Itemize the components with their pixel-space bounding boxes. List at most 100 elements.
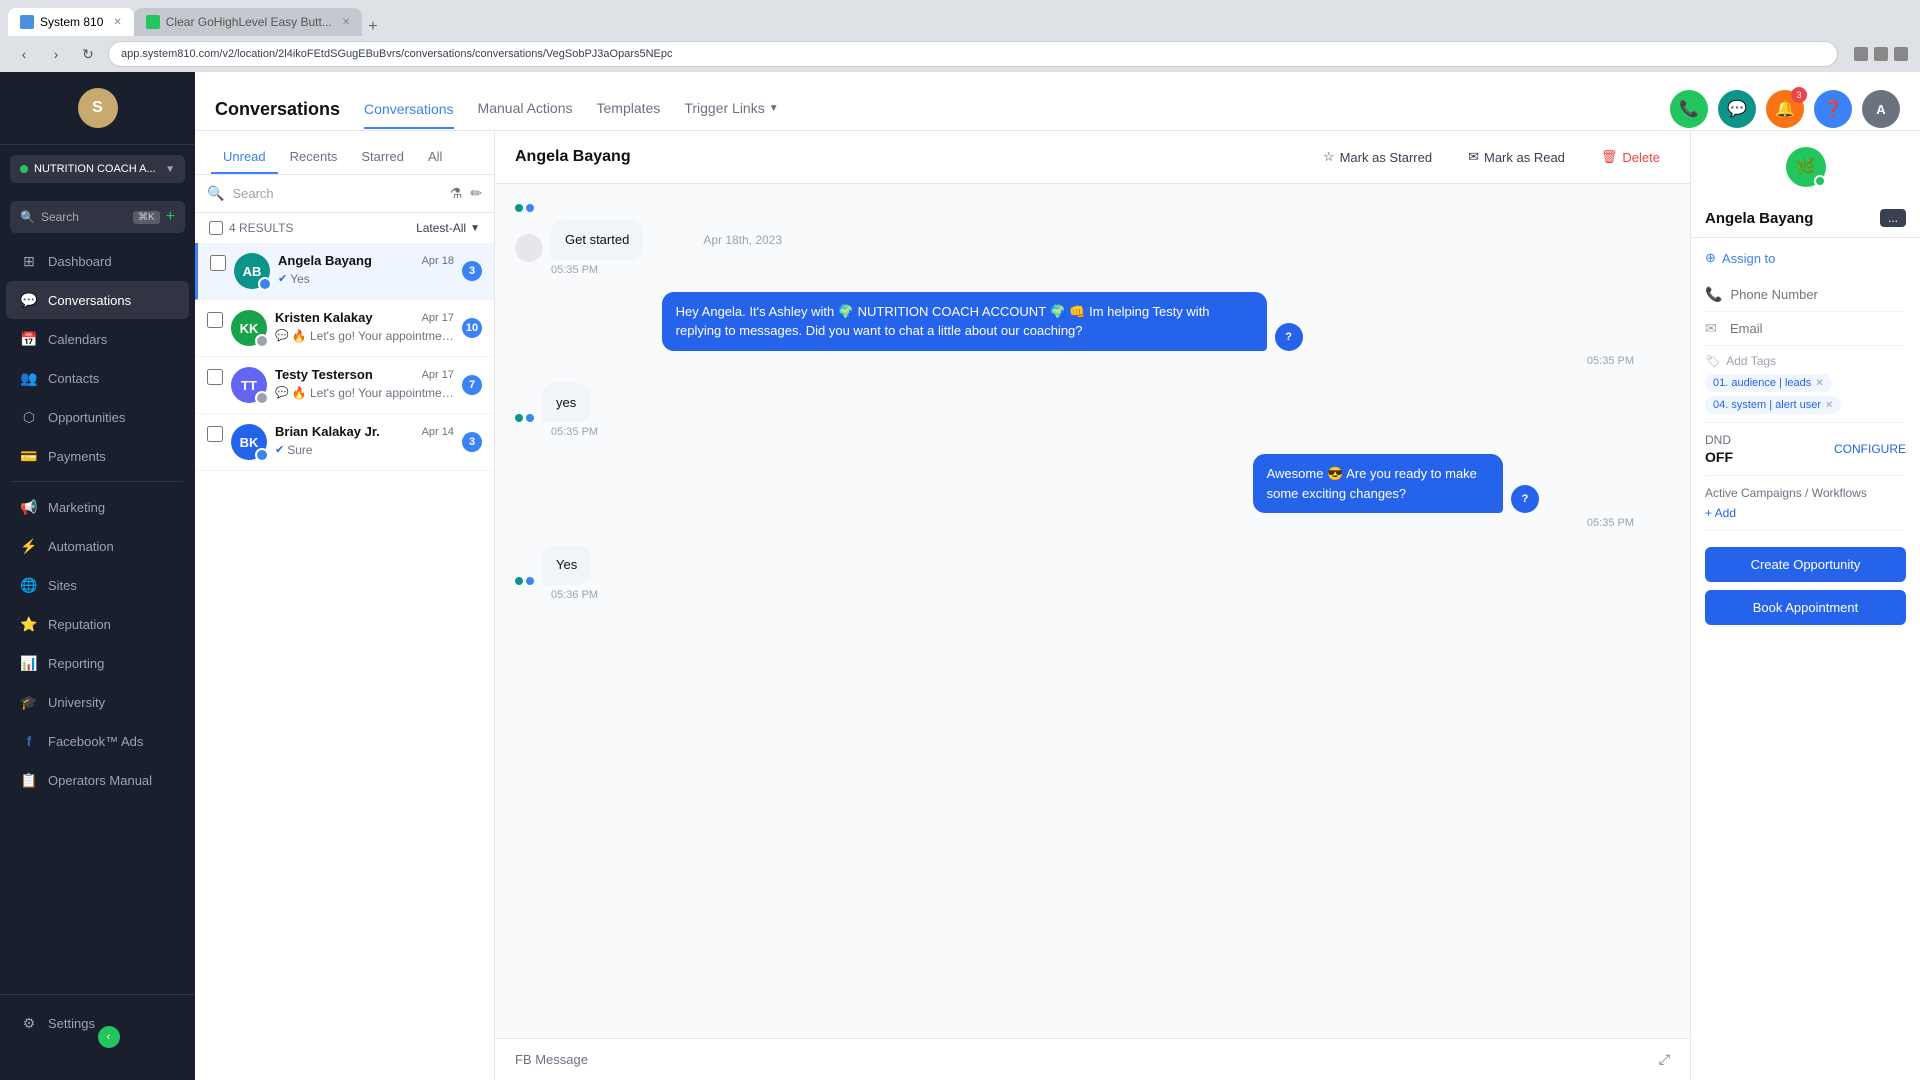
- tab-trigger-links[interactable]: Trigger Links ▼: [684, 88, 778, 130]
- compose-icon[interactable]: ✏: [470, 185, 482, 202]
- browser-tabs: System 810 ✕ Clear GoHighLevel Easy Butt…: [0, 0, 1920, 36]
- conv-item-kristen[interactable]: KK Kristen Kalakay Apr 17 💬 🔥 Let's go! …: [195, 300, 494, 357]
- reload-button[interactable]: ↻: [76, 42, 100, 66]
- sidebar-item-university[interactable]: 🎓 University: [6, 683, 189, 721]
- settings-icon[interactable]: [1894, 47, 1908, 61]
- forward-button[interactable]: ›: [44, 42, 68, 66]
- phone-button[interactable]: 📞: [1670, 90, 1708, 128]
- message-time-5: 05:36 PM: [515, 589, 1670, 601]
- active-tab[interactable]: System 810 ✕: [8, 8, 134, 36]
- sidebar-item-opportunities[interactable]: ⬡ Opportunities: [6, 398, 189, 436]
- conv-tab-recents[interactable]: Recents: [278, 141, 350, 174]
- delete-label: Delete: [1622, 150, 1660, 165]
- contact-name-sidebar: Angela Bayang: [1705, 210, 1813, 227]
- mark-as-read-button[interactable]: ✉ Mark as Read: [1458, 143, 1575, 171]
- create-opportunity-button[interactable]: Create Opportunity: [1705, 547, 1906, 582]
- user-avatar[interactable]: A: [1862, 90, 1900, 128]
- conversations-title-row: Conversations Conversations Manual Actio…: [215, 72, 1900, 130]
- opportunities-icon: ⬡: [20, 408, 38, 426]
- sidebar-item-sites[interactable]: 🌐 Sites: [6, 566, 189, 604]
- tags-section: 🏷 Add Tags 01. audience | leads ✕ 04. sy…: [1705, 346, 1906, 423]
- sidebar-search[interactable]: 🔍 Search ⌘K +: [10, 201, 185, 233]
- conv-search-input[interactable]: [232, 186, 441, 201]
- message-group-5: Yes 05:36 PM: [515, 545, 1670, 601]
- conv-name-kristen: Kristen Kalakay: [275, 310, 373, 325]
- online-indicator: [1814, 175, 1826, 187]
- expand-icon[interactable]: ⤢: [1659, 1051, 1670, 1068]
- configure-button[interactable]: CONFIGURE: [1834, 442, 1906, 456]
- sidebar-collapse-button[interactable]: ‹: [98, 1026, 120, 1048]
- conv-checkbox-angela[interactable]: [210, 255, 226, 271]
- sidebar-item-marketing[interactable]: 📢 Marketing: [6, 488, 189, 526]
- conv-tab-all[interactable]: All: [416, 141, 454, 174]
- page-title: Conversations: [215, 99, 340, 120]
- browser-chrome: System 810 ✕ Clear GoHighLevel Easy Butt…: [0, 0, 1920, 72]
- message-bubble-5: Yes: [542, 545, 591, 585]
- inactive-tab[interactable]: Clear GoHighLevel Easy Butt... ✕: [134, 8, 362, 36]
- delete-button[interactable]: 🗑 Delete: [1591, 143, 1670, 171]
- chat-footer: FB Message ⤢: [495, 1038, 1690, 1080]
- bookmark-icon[interactable]: [1854, 47, 1868, 61]
- sidebar-item-conversations[interactable]: 💬 Conversations: [6, 281, 189, 319]
- conversation-tabs: Unread Recents Starred All: [195, 131, 494, 175]
- conv-checkbox-testy[interactable]: [207, 369, 223, 385]
- conv-tab-starred[interactable]: Starred: [349, 141, 416, 174]
- assign-label: Assign to: [1722, 251, 1775, 266]
- conv-checkbox-kristen[interactable]: [207, 312, 223, 328]
- search-kbd: ⌘K: [133, 211, 160, 224]
- tab-conversations[interactable]: Conversations: [364, 89, 454, 129]
- sidebar-item-operators-manual[interactable]: 📋 Operators Manual: [6, 761, 189, 799]
- chat-button[interactable]: 💬: [1718, 90, 1756, 128]
- operators-manual-icon: 📋: [20, 771, 38, 789]
- back-button[interactable]: ‹: [12, 42, 36, 66]
- tag-remove-1[interactable]: ✕: [1815, 378, 1823, 389]
- phone-input[interactable]: [1730, 287, 1906, 302]
- more-options-button[interactable]: ...: [1880, 209, 1906, 227]
- sidebar-item-automation[interactable]: ⚡ Automation: [6, 527, 189, 565]
- chat-icon-testy: 💬: [275, 386, 289, 399]
- sidebar-divider: [12, 481, 183, 482]
- account-selector[interactable]: NUTRITION COACH A... ▼: [10, 155, 185, 183]
- conv-item-angela[interactable]: AB Angela Bayang Apr 18 ✔ Yes 3: [195, 243, 494, 300]
- tab-manual-actions[interactable]: Manual Actions: [478, 88, 573, 130]
- sidebar-add-button[interactable]: +: [166, 208, 175, 226]
- add-campaign-button[interactable]: + Add: [1705, 506, 1906, 520]
- conv-tab-unread[interactable]: Unread: [211, 141, 278, 174]
- new-tab-button[interactable]: +: [362, 18, 383, 36]
- message-date-group: [515, 204, 1670, 212]
- conv-item-brian[interactable]: BK Brian Kalakay Jr. Apr 14 ✔ Sure 3: [195, 414, 494, 471]
- bell-button[interactable]: 🔔 3: [1766, 90, 1804, 128]
- sidebar-item-calendars[interactable]: 📅 Calendars: [6, 320, 189, 358]
- sidebar-item-facebook-ads[interactable]: f Facebook™ Ads: [6, 722, 189, 760]
- conv-preview-brian: Sure: [287, 443, 312, 457]
- filter-dropdown[interactable]: Latest-All ▼: [416, 221, 480, 235]
- select-all-checkbox[interactable]: [209, 221, 223, 235]
- filter-icon[interactable]: ⚗: [450, 185, 463, 202]
- book-appointment-button[interactable]: Book Appointment: [1705, 590, 1906, 625]
- platform-dot-blue-5: [526, 577, 534, 585]
- conv-checkbox-brian[interactable]: [207, 426, 223, 442]
- address-bar[interactable]: app.system810.com/v2/location/2l4ikoFEtd…: [108, 41, 1838, 67]
- dnd-info: DND OFF: [1705, 433, 1733, 465]
- sidebar-item-dashboard[interactable]: ⊞ Dashboard: [6, 242, 189, 280]
- tab-close-2[interactable]: ✕: [342, 17, 350, 28]
- sidebar-item-reporting[interactable]: 📊 Reporting: [6, 644, 189, 682]
- conv-item-testy[interactable]: TT Testy Testerson Apr 17 💬 🔥 Let's go! …: [195, 357, 494, 414]
- mark-as-starred-button[interactable]: ☆ Mark as Starred: [1313, 143, 1442, 171]
- tab-close[interactable]: ✕: [113, 17, 121, 28]
- assign-to-button[interactable]: ⊕ Assign to: [1705, 250, 1906, 266]
- dnd-label: DND: [1705, 433, 1733, 447]
- sidebar-item-contacts[interactable]: 👥 Contacts: [6, 359, 189, 397]
- sidebar-item-payments[interactable]: 💳 Payments: [6, 437, 189, 475]
- message-row-4: Awesome 😎 Are you ready to make some exc…: [1253, 454, 1670, 513]
- platform-dot-teal: [515, 204, 523, 212]
- tag-remove-2[interactable]: ✕: [1825, 400, 1833, 411]
- email-input[interactable]: [1730, 321, 1906, 336]
- reputation-icon: ⭐: [20, 615, 38, 633]
- sidebar-label-reporting: Reporting: [48, 656, 104, 671]
- tab-templates[interactable]: Templates: [597, 88, 661, 130]
- message-bubble-1: Get started: [551, 220, 643, 260]
- extension-icon[interactable]: [1874, 47, 1888, 61]
- help-button[interactable]: ❓: [1814, 90, 1852, 128]
- sidebar-item-reputation[interactable]: ⭐ Reputation: [6, 605, 189, 643]
